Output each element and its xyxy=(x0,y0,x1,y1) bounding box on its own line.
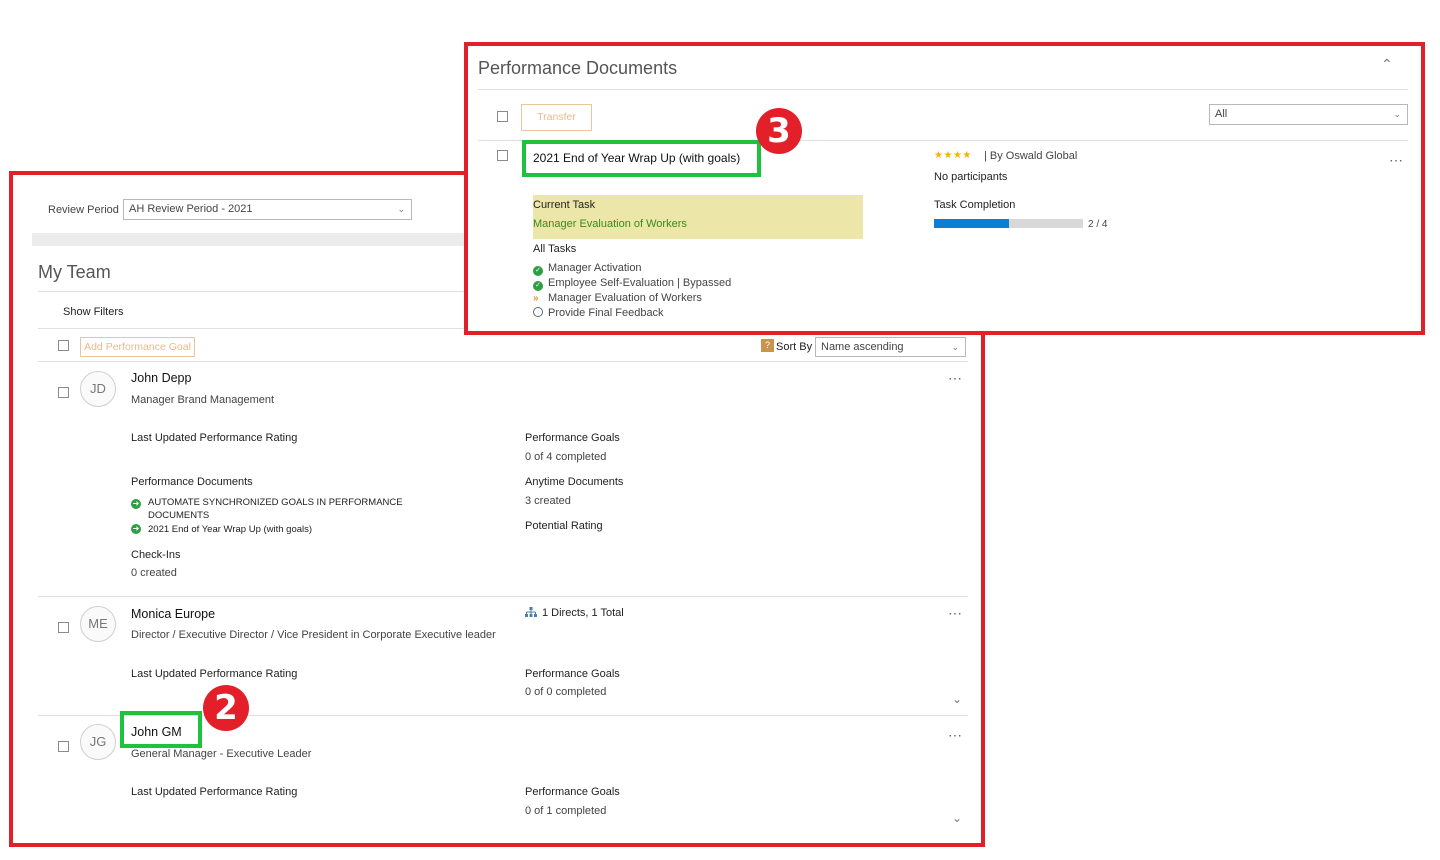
sort-by-value: Name ascending xyxy=(821,341,904,353)
task-label: Manager Evaluation of Workers xyxy=(548,292,702,304)
directs-count[interactable]: 1 Directs, 1 Total xyxy=(542,607,624,619)
review-period-value: AH Review Period - 2021 xyxy=(129,203,253,215)
more-options-icon[interactable]: ⋯ xyxy=(948,605,963,622)
collapse-chevron-icon[interactable]: ⌃ xyxy=(1381,56,1393,73)
step-badge-3: 3 xyxy=(756,108,802,154)
task-item: ✓ Manager Activation xyxy=(533,262,642,276)
perf-goals-value: 0 of 0 completed xyxy=(525,686,607,698)
doc-checkbox[interactable] xyxy=(497,150,508,161)
anytime-docs-value: 3 created xyxy=(525,495,571,507)
perf-docs-label: Performance Documents xyxy=(131,476,253,488)
show-filters-link[interactable]: Show Filters xyxy=(63,306,124,318)
help-icon[interactable]: ? xyxy=(761,339,774,352)
task-label: Provide Final Feedback xyxy=(548,307,664,319)
check-circle-icon: ✓ xyxy=(533,281,543,291)
perf-doc-name: 2021 End of Year Wrap Up (with goals) xyxy=(148,524,313,535)
avatar: JD xyxy=(80,371,116,407)
member-title: Director / Executive Director / Vice Pre… xyxy=(131,629,496,641)
current-task-value[interactable]: Manager Evaluation of Workers xyxy=(533,218,687,230)
avatar: JG xyxy=(80,724,116,760)
more-options-icon[interactable]: ⋯ xyxy=(1389,152,1404,169)
perf-goals-label: Performance Goals xyxy=(525,432,620,444)
expand-chevron-icon[interactable]: ⌄ xyxy=(952,811,962,825)
member-checkbox[interactable] xyxy=(58,741,69,752)
task-completion-bar xyxy=(934,219,1083,228)
perf-doc-item[interactable]: ➜ 2021 End of Year Wrap Up (with goals) xyxy=(131,523,421,536)
last-rating-label: Last Updated Performance Rating xyxy=(131,668,298,680)
check-circle-icon: ✓ xyxy=(533,266,543,276)
task-completion-label: Task Completion xyxy=(934,199,1016,211)
more-options-icon[interactable]: ⋯ xyxy=(948,370,963,387)
divider xyxy=(38,291,468,292)
perf-docs-title: Performance Documents xyxy=(478,58,678,78)
perf-doc-item[interactable]: ➜ AUTOMATE SYNCHRONIZED GOALS IN PERFORM… xyxy=(131,496,421,522)
current-task-box: Current Task Manager Evaluation of Worke… xyxy=(533,195,863,239)
highlight-box-doc-name xyxy=(522,140,761,177)
task-item: » Manager Evaluation of Workers xyxy=(533,292,702,304)
expand-chevron-icon[interactable]: ⌄ xyxy=(952,692,962,706)
member-title: Manager Brand Management xyxy=(131,394,275,406)
review-period-divider-band xyxy=(32,233,468,246)
potential-rating-label: Potential Rating xyxy=(525,520,603,532)
more-options-icon[interactable]: ⋯ xyxy=(948,727,963,744)
task-label: Employee Self-Evaluation | Bypassed xyxy=(548,277,732,289)
perf-goals-label: Performance Goals xyxy=(525,786,620,798)
arrow-right-circle-icon: ➜ xyxy=(131,524,141,534)
review-period-label: Review Period xyxy=(48,204,119,216)
divider xyxy=(38,596,968,597)
current-task-label: Current Task xyxy=(533,199,596,211)
perf-goals-label: Performance Goals xyxy=(525,668,620,680)
doc-author: | By Oswald Global xyxy=(984,150,1078,162)
step-badge-2: 2 xyxy=(203,685,249,731)
member-checkbox[interactable] xyxy=(58,387,69,398)
member-title: General Manager - Executive Leader xyxy=(131,748,312,760)
task-item: Provide Final Feedback xyxy=(533,307,664,319)
last-rating-label: Last Updated Performance Rating xyxy=(131,786,298,798)
sort-by-select[interactable]: Name ascending ⌄ xyxy=(815,337,966,357)
checkins-value: 0 created xyxy=(131,567,177,579)
rating-stars: ★★★★ xyxy=(934,150,972,161)
org-chart-icon[interactable] xyxy=(525,607,537,618)
member-checkbox[interactable] xyxy=(58,622,69,633)
double-chevron-right-icon: » xyxy=(533,293,539,304)
perf-goals-value: 0 of 1 completed xyxy=(525,805,607,817)
perf-doc-name: AUTOMATE SYNCHRONIZED GOALS IN PERFORMAN… xyxy=(148,497,403,521)
docs-filter-value: All xyxy=(1215,108,1228,120)
last-rating-label: Last Updated Performance Rating xyxy=(131,432,298,444)
perf-goals-value: 0 of 4 completed xyxy=(525,451,607,463)
member-name[interactable]: Monica Europe xyxy=(131,607,215,621)
star-icon: ★ xyxy=(962,150,972,161)
add-performance-goal-button[interactable]: Add Performance Goal xyxy=(80,337,195,357)
select-all-docs-checkbox[interactable] xyxy=(497,111,508,122)
select-all-checkbox[interactable] xyxy=(58,340,69,351)
chevron-down-icon: ⌄ xyxy=(397,204,405,214)
checkins-label: Check-Ins xyxy=(131,549,181,561)
star-icon: ★ xyxy=(943,150,953,161)
transfer-button[interactable]: Transfer xyxy=(521,104,592,131)
chevron-down-icon: ⌄ xyxy=(951,342,959,352)
sort-by-label: Sort By xyxy=(776,341,813,353)
anytime-docs-label: Anytime Documents xyxy=(525,476,624,488)
arrow-right-circle-icon: ➜ xyxy=(131,499,141,509)
divider xyxy=(478,89,1408,90)
docs-filter-select[interactable]: All ⌄ xyxy=(1209,104,1408,125)
circle-outline-icon xyxy=(533,307,543,317)
chevron-down-icon: ⌄ xyxy=(1393,109,1401,119)
divider xyxy=(38,361,968,362)
task-completion-fill xyxy=(934,219,1009,228)
star-icon: ★ xyxy=(952,150,963,161)
doc-participants: No participants xyxy=(934,171,1008,183)
member-name[interactable]: John Depp xyxy=(131,371,191,385)
all-tasks-label: All Tasks xyxy=(533,243,577,255)
task-label: Manager Activation xyxy=(548,262,642,274)
task-item: ✓ Employee Self-Evaluation | Bypassed xyxy=(533,277,731,291)
task-completion-text: 2 / 4 xyxy=(1088,219,1108,230)
avatar: ME xyxy=(80,606,116,642)
my-team-title: My Team xyxy=(38,262,111,282)
highlight-box-member-name xyxy=(120,711,202,748)
review-period-select[interactable]: AH Review Period - 2021 ⌄ xyxy=(123,199,412,220)
